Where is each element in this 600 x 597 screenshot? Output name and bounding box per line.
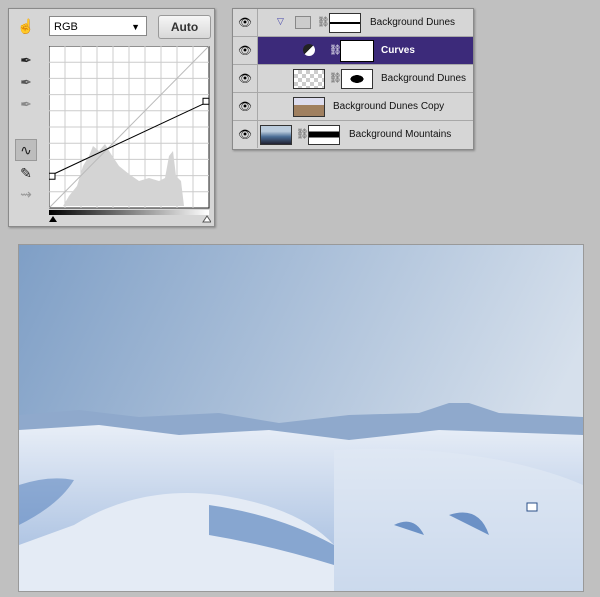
curves-graph[interactable] bbox=[49, 46, 211, 226]
eye-icon[interactable]: 👁 bbox=[233, 37, 258, 64]
gray-eyedropper-icon[interactable]: ✒ bbox=[15, 71, 37, 93]
layer-thumbnail[interactable] bbox=[260, 125, 292, 145]
auto-button[interactable]: Auto bbox=[158, 15, 211, 39]
link-icon: ⛓ bbox=[317, 17, 330, 28]
layer-row[interactable]: 👁 ⛓ Background Mountains bbox=[233, 121, 473, 149]
layer-row-selected[interactable]: 👁 ⛓ Curves bbox=[233, 37, 473, 65]
eye-icon[interactable]: 👁 bbox=[233, 121, 258, 148]
layer-thumbnail[interactable] bbox=[293, 97, 325, 117]
eye-icon[interactable]: 👁 bbox=[233, 93, 258, 120]
eye-icon[interactable]: 👁 bbox=[233, 65, 258, 92]
adjustment-icon bbox=[303, 44, 315, 56]
channel-value: RGB bbox=[54, 21, 78, 33]
mask-thumbnail[interactable] bbox=[308, 125, 340, 145]
pencil-tool-icon[interactable]: ✎ bbox=[15, 162, 37, 184]
curves-panel: ☝ ✒ ✒ ✒ ∿ ✎ ⇝ RGB ▼ Auto bbox=[8, 8, 215, 227]
layer-name: Background Dunes bbox=[370, 17, 456, 28]
input-gradient bbox=[49, 210, 209, 215]
white-eyedropper-icon[interactable]: ✒ bbox=[15, 93, 37, 115]
canvas-image[interactable] bbox=[18, 244, 584, 592]
chevron-down-icon: ▼ bbox=[131, 22, 140, 32]
layer-row[interactable]: 👁 Background Dunes Copy bbox=[233, 93, 473, 121]
layer-name: Curves bbox=[381, 45, 415, 56]
layer-name: Background Dunes Copy bbox=[333, 101, 445, 112]
black-eyedropper-icon[interactable]: ✒ bbox=[15, 49, 37, 71]
folder-icon bbox=[295, 16, 311, 29]
curve-control-point[interactable] bbox=[49, 172, 56, 180]
layer-thumbnail[interactable] bbox=[293, 69, 325, 89]
expand-triangle-icon[interactable]: ▽ bbox=[277, 16, 284, 27]
curve-control-point[interactable] bbox=[202, 97, 210, 105]
smooth-curve-icon[interactable]: ⇝ bbox=[15, 183, 37, 205]
layer-row[interactable]: 👁 ▽ ⛓ Background Dunes bbox=[233, 9, 473, 37]
layer-name: Background Dunes bbox=[381, 73, 467, 84]
link-icon: ⛓ bbox=[296, 129, 309, 140]
link-icon: ⛓ bbox=[329, 73, 342, 84]
mask-thumbnail[interactable] bbox=[329, 13, 361, 33]
curve-point-tool-icon[interactable]: ∿ bbox=[15, 139, 37, 161]
black-point-slider[interactable] bbox=[49, 216, 57, 222]
layer-name: Background Mountains bbox=[349, 129, 452, 140]
mask-thumbnail[interactable] bbox=[340, 40, 374, 62]
link-icon: ⛓ bbox=[329, 45, 342, 56]
layer-row[interactable]: 👁 ⛓ Background Dunes bbox=[233, 65, 473, 93]
mask-thumbnail[interactable] bbox=[341, 69, 373, 89]
eye-icon[interactable]: 👁 bbox=[233, 9, 258, 36]
on-image-adjust-icon[interactable]: ☝ bbox=[15, 15, 37, 37]
vehicle bbox=[526, 502, 538, 512]
channel-select[interactable]: RGB ▼ bbox=[49, 16, 147, 36]
white-point-slider[interactable] bbox=[202, 215, 211, 223]
layers-panel: 👁 ▽ ⛓ Background Dunes 👁 ⛓ Curves 👁 ⛓ Ba… bbox=[232, 8, 474, 150]
